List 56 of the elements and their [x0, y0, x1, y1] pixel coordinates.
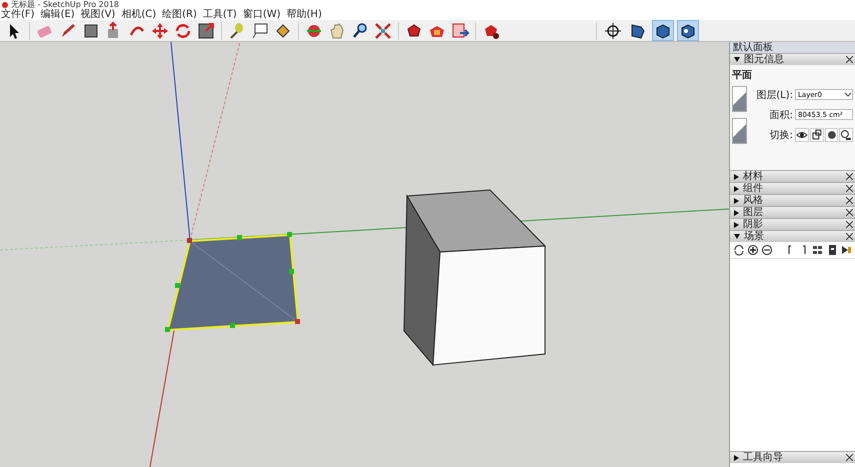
panel-section-header[interactable]: 组件	[730, 182, 855, 194]
section-title: 场景	[744, 231, 765, 242]
selected-face[interactable]	[165, 232, 300, 332]
expand-panel-icon[interactable]	[840, 244, 852, 256]
panel-section-header[interactable]: 风格	[730, 194, 855, 206]
cube[interactable]	[404, 189, 546, 366]
menu-item[interactable]: 帮助(H)	[286, 9, 322, 20]
section-title: 图层	[743, 207, 764, 218]
menu-item[interactable]: 编辑(E)	[40, 9, 75, 20]
zoom-extents-icon[interactable]	[373, 20, 393, 40]
details-icon[interactable]	[826, 244, 838, 256]
menu-item[interactable]: 文件(F)	[1, 9, 35, 20]
panel-section-header[interactable]: 工具向导	[730, 451, 855, 463]
model-viewport[interactable]	[0, 42, 730, 467]
panel-section-header[interactable]: 图层	[730, 206, 855, 218]
section-title: 材料	[743, 171, 764, 182]
section-title: 工具向导	[743, 452, 784, 463]
menu-item[interactable]: 绘图(R)	[162, 9, 197, 20]
move-icon[interactable]	[150, 20, 170, 40]
close-icon[interactable]	[846, 454, 853, 461]
menu-item[interactable]: 工具(T)	[202, 9, 237, 20]
panel-section-header[interactable]: 图元信息	[730, 53, 855, 65]
scale-icon[interactable]	[196, 20, 216, 40]
caret-icon[interactable]	[844, 92, 852, 98]
toggle-label: 切换:	[768, 128, 793, 142]
text-label-icon[interactable]	[250, 20, 270, 40]
remove-icon[interactable]	[761, 244, 773, 256]
grid-view-icon[interactable]	[812, 244, 824, 256]
collapse-icon[interactable]	[734, 234, 740, 239]
window-title: 无标题 - SketchUp Pro 2018	[11, 0, 119, 9]
menu-item[interactable]: 视图(V)	[80, 9, 116, 20]
section-title: 图元信息	[744, 54, 785, 65]
shadow-cast-icon[interactable]	[824, 128, 838, 142]
refresh-icon[interactable]	[733, 244, 745, 256]
eye-icon[interactable]	[795, 128, 809, 142]
close-icon[interactable]	[846, 56, 853, 63]
area-label: 面积:	[768, 108, 793, 122]
front-material-swatch[interactable]	[732, 86, 747, 112]
panel-section-header[interactable]: 阴影	[730, 218, 855, 230]
app-icon	[2, 2, 8, 8]
squares-icon[interactable]	[810, 128, 824, 142]
section-title: 组件	[743, 183, 764, 194]
entity-type: 平面	[732, 69, 753, 82]
export-icon[interactable]	[450, 20, 470, 40]
panel-section-header[interactable]: 材料	[730, 170, 855, 182]
back-material-swatch[interactable]	[732, 118, 747, 144]
layer-label: 图层(L):	[755, 88, 793, 102]
shadow-receive-icon[interactable]	[839, 128, 853, 142]
menu-item[interactable]: 窗口(W)	[242, 9, 281, 20]
section-title: 阴影	[743, 219, 764, 230]
menu-item[interactable]: 相机(C)	[121, 9, 156, 20]
expand-icon[interactable]	[734, 454, 739, 460]
panel-section-header[interactable]: 场景	[730, 230, 855, 242]
add-icon[interactable]	[747, 244, 759, 256]
tray-title: 默认面板	[730, 42, 855, 53]
section-title: 风格	[743, 195, 764, 206]
